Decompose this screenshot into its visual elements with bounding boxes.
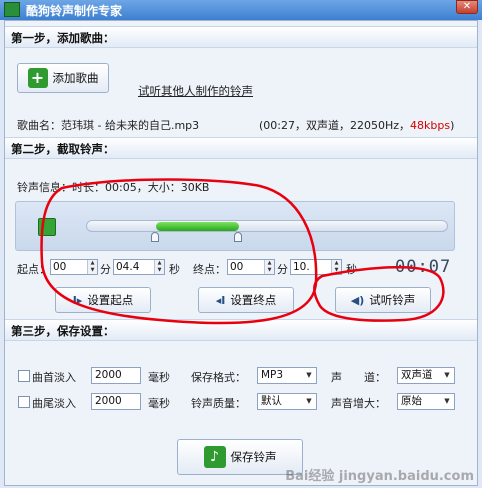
step1-header: 第一步，添加歌曲：: [5, 26, 477, 48]
close-button[interactable]: ✕: [456, 0, 478, 14]
stepper-arrows-icon[interactable]: ▲ ▼: [154, 260, 164, 274]
stepper-arrows-icon[interactable]: ▲ ▼: [87, 260, 97, 274]
song-bitrate: 48kbps: [410, 119, 451, 132]
chevron-down-icon[interactable]: ▼: [304, 370, 314, 381]
step3-header: 第三步，保存设置：: [5, 319, 477, 341]
watermark: Bai经验 jingyan.baidu.com: [285, 469, 474, 484]
ringtone-info: 铃声信息：时长：00:05，大小：30KB: [17, 181, 210, 194]
quality-label: 铃声质量：: [191, 397, 246, 410]
fade-in-label: 曲首淡入: [32, 371, 76, 384]
format-select[interactable]: MP3 ▼: [257, 367, 317, 384]
title-bar: 酷狗铃声制作专家 ✕: [0, 0, 482, 20]
app-icon: [4, 2, 20, 17]
set-start-button[interactable]: I▸ 设置起点: [55, 287, 151, 313]
end-sec-stepper[interactable]: 10. ▲ ▼: [290, 259, 342, 275]
start-min-unit: 分: [100, 263, 111, 276]
fade-in-checkbox[interactable]: [18, 370, 30, 382]
save-ringtone-button[interactable]: ♪ 保存铃声: [177, 439, 303, 475]
set-end-button[interactable]: ◂I 设置终点: [198, 287, 294, 313]
time-display: 00:07: [395, 257, 452, 277]
boost-label: 声音增大：: [331, 397, 386, 410]
music-note-icon: ♪: [203, 446, 226, 468]
preview-label: 试听铃声: [369, 293, 416, 307]
start-label: 起点：: [17, 263, 50, 276]
channel-select[interactable]: 双声道 ▼: [397, 367, 455, 384]
boost-select[interactable]: 原始 ▼: [397, 393, 455, 410]
fade-out-unit: 毫秒: [148, 397, 170, 410]
end-label: 终点：: [193, 263, 226, 276]
end-handle[interactable]: [234, 232, 243, 242]
add-song-label: 添加歌曲: [52, 71, 99, 85]
fade-out-label: 曲尾淡入: [32, 397, 76, 410]
channel-label: 声 道：: [331, 371, 386, 384]
main-panel: 第一步，添加歌曲： + 添加歌曲 试听其他人制作的铃声 歌曲名：范玮琪 - 给未…: [4, 20, 478, 486]
timeline: [15, 201, 455, 251]
add-song-button[interactable]: + 添加歌曲: [17, 63, 109, 93]
end-marker-icon: ◂I: [215, 293, 226, 307]
play-button[interactable]: [38, 218, 56, 236]
chevron-down-icon[interactable]: ▼: [442, 370, 452, 381]
preview-ringtone-button[interactable]: ◀) 试听铃声: [335, 287, 431, 313]
start-handle[interactable]: [150, 232, 159, 242]
set-end-label: 设置终点: [230, 293, 277, 307]
start-marker-icon: I▸: [72, 293, 83, 307]
song-info: (00:27，双声道，22050Hz，48kbps): [259, 119, 455, 132]
selection-range: [155, 222, 240, 231]
fade-out-input[interactable]: 2000: [91, 393, 141, 410]
stepper-arrows-icon[interactable]: ▲ ▼: [264, 260, 274, 274]
set-start-label: 设置起点: [87, 293, 134, 307]
song-name: 歌曲名：范玮琪 - 给未来的自己.mp3: [17, 119, 200, 132]
fade-in-input[interactable]: 2000: [91, 367, 141, 384]
format-label: 保存格式：: [191, 371, 246, 384]
chevron-down-icon[interactable]: ▼: [442, 396, 452, 407]
start-min-stepper[interactable]: 00 ▲ ▼: [50, 259, 98, 275]
save-ringtone-label: 保存铃声: [230, 450, 277, 464]
plus-icon: +: [27, 68, 48, 88]
end-sec-unit: 秒: [346, 263, 357, 276]
fade-out-checkbox[interactable]: [18, 396, 30, 408]
start-sec-stepper[interactable]: 04.4 ▲ ▼: [113, 259, 165, 275]
start-sec-unit: 秒: [169, 263, 180, 276]
quality-select[interactable]: 默认 ▼: [257, 393, 317, 410]
chevron-down-icon[interactable]: ▼: [304, 396, 314, 407]
step2-header: 第二步，截取铃声：: [5, 137, 477, 159]
listen-others-link[interactable]: 试听其他人制作的铃声: [138, 83, 253, 99]
fade-in-unit: 毫秒: [148, 371, 170, 384]
stepper-arrows-icon[interactable]: ▲ ▼: [331, 260, 341, 274]
end-min-unit: 分: [277, 263, 288, 276]
window-title: 酷狗铃声制作专家: [26, 4, 123, 18]
timeline-track[interactable]: [86, 220, 448, 232]
end-min-stepper[interactable]: 00 ▲ ▼: [227, 259, 275, 275]
speaker-icon: ◀): [350, 293, 365, 307]
